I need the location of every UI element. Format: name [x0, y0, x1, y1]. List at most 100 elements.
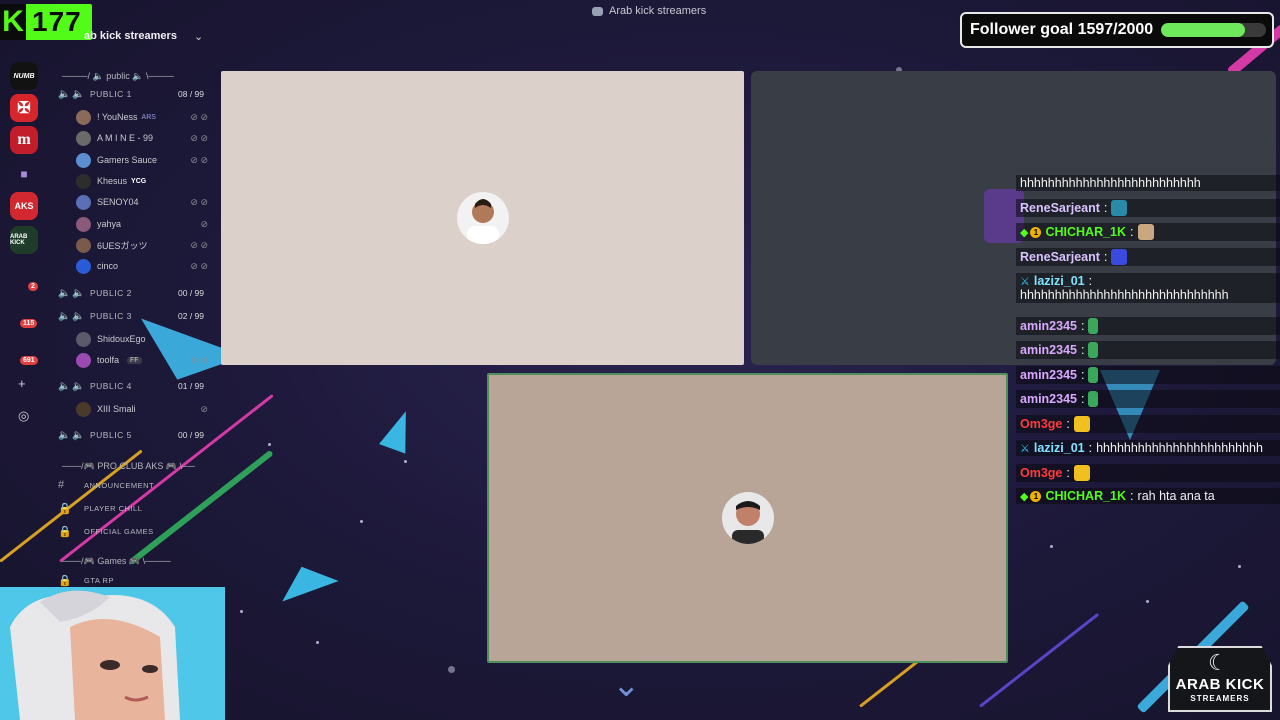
speaker-icon: 🔈: [72, 287, 85, 299]
explore-icon[interactable]: ◎: [18, 408, 29, 424]
discord-icon: [592, 6, 603, 16]
voice-channel-public-3[interactable]: 🔈 🔈 PUBLIC 3 02 / 99: [58, 307, 208, 325]
avatar: [76, 331, 91, 347]
chat-message: amin2345 :: [1016, 366, 1280, 384]
muted-icon: ⊘ ⊘: [190, 111, 208, 122]
lock-icon: 🔒: [58, 574, 72, 587]
voice-user[interactable]: Khesus YCG: [76, 172, 208, 190]
avatar: [76, 352, 91, 368]
emote-icon: [1111, 249, 1128, 265]
avatar: [76, 130, 91, 146]
arab-kick-streamers-logo: ☾ ARAB KICK STREAMERS: [1168, 638, 1272, 714]
folder-icon[interactable]: ■: [10, 160, 38, 188]
muted-icon: ⊘: [200, 403, 208, 414]
voice-user[interactable]: Gamers Sauce ⊘ ⊘: [76, 151, 208, 169]
voice-user[interactable]: cinco ⊘ ⊘: [76, 257, 208, 275]
muted-icon: ⊘ ⊘: [190, 196, 208, 207]
badge-icon: 1: [1030, 490, 1042, 502]
emote-icon: [1137, 224, 1154, 240]
speaker-icon: 🔈: [72, 429, 85, 441]
chat-message: hhhhhhhhhhhhhhhhhhhhhhhhhh: [1016, 175, 1280, 191]
voice-user[interactable]: toolfa FF ⊘ ⊘: [76, 351, 208, 369]
server-icon-aks[interactable]: AKS: [10, 192, 38, 220]
voice-channel-public-2[interactable]: 🔈 🔈 PUBLIC 2 00 / 99: [58, 284, 208, 302]
video-tile-speaking[interactable]: [487, 373, 1008, 663]
notification-badge: 691: [20, 356, 38, 365]
avatar: [76, 173, 91, 189]
chat-message: ReneSarjeant :: [1016, 248, 1280, 266]
muted-icon: ⊘: [200, 218, 208, 229]
muted-icon: ⊘ ⊘: [190, 354, 208, 365]
lock-icon: 🔒: [58, 525, 72, 538]
crescent-icon: ☾: [1208, 650, 1228, 675]
chevron-down-icon: ⌄: [612, 666, 641, 704]
server-icon-numb[interactable]: NUMB: [10, 62, 38, 90]
text-channel-announcement[interactable]: # ANNOUNCEMENT: [58, 476, 154, 494]
speaker-icon: 🔈: [58, 380, 71, 392]
channel-list: ab kick streamers ⌄ ────/ 🔈 public 🔈 \──…: [54, 28, 214, 588]
avatar: [76, 194, 91, 210]
emote-icon: [1073, 416, 1090, 432]
add-server-icon[interactable]: +: [18, 376, 26, 391]
emote-icon: [1088, 367, 1099, 383]
emote-icon: [1088, 342, 1099, 358]
server-icon-red[interactable]: ✠: [10, 94, 38, 122]
voice-user[interactable]: SENOY04 ⊘ ⊘: [76, 193, 208, 211]
server-name[interactable]: ab kick streamers: [84, 30, 177, 42]
hashtag-icon: #: [58, 479, 65, 491]
muted-icon: ⊘ ⊘: [190, 260, 208, 271]
chat-message: amin2345 :: [1016, 341, 1280, 359]
muted-icon: ⊘ ⊘: [190, 239, 208, 250]
voice-user[interactable]: ! YouNess ARS ⊘ ⊘: [76, 108, 208, 126]
participant-avatar: [721, 492, 774, 544]
voice-user[interactable]: XIII Smali ⊘: [76, 400, 208, 418]
voice-channel-public-5[interactable]: 🔈 🔈 PUBLIC 5 00 / 99: [58, 426, 208, 444]
category-games[interactable]: ───/🎮 Games 🎮 \────: [62, 556, 171, 567]
voice-user[interactable]: 6UESガッツ ⊘ ⊘: [76, 236, 208, 254]
voice-channel-public-1[interactable]: 🔈 🔈 PUBLIC 1 08 / 99: [58, 85, 208, 103]
emote-icon: [1111, 200, 1128, 216]
window-title-bar: Arab kick streamers: [592, 5, 706, 17]
voice-user[interactable]: A M I N E - 99 ⊘ ⊘: [76, 129, 208, 147]
chat-message: amin2345 :: [1016, 317, 1280, 335]
badge-icon: 1: [1030, 226, 1042, 238]
avatar-character-icon: [10, 590, 180, 720]
server-icon-arab-kick[interactable]: ARAB KICK: [10, 226, 38, 254]
chat-message: ◆ 1 CHICHAR_1K : rah hta ana ta: [1016, 488, 1280, 504]
emote-icon: [1073, 465, 1090, 481]
chat-message: Om3ge :: [1016, 415, 1280, 433]
voice-user[interactable]: yahya ⊘: [76, 215, 208, 233]
chat-message: amin2345 :: [1016, 390, 1280, 408]
follower-goal-widget: Follower goal 1597/2000: [960, 12, 1274, 48]
avatar: [76, 109, 91, 125]
chat-message: ⚔ lazizi_01 : hhhhhhhhhhhhhhhhhhhhhhhhhh…: [1016, 273, 1280, 303]
avatar: [76, 216, 91, 232]
emote-icon: [1088, 391, 1099, 407]
muted-icon: ⊘ ⊘: [190, 154, 208, 165]
speaker-icon: 🔈: [72, 310, 85, 322]
video-tile[interactable]: [221, 71, 744, 365]
participant-avatar: [456, 192, 509, 244]
chevron-down-icon[interactable]: ⌄: [194, 30, 203, 43]
server-icon-m[interactable]: m: [10, 126, 38, 154]
chat-message: ◆ 1 CHICHAR_1K :: [1016, 223, 1280, 241]
speaker-icon: 🔈: [58, 88, 71, 100]
category-public[interactable]: ────/ 🔈 public 🔈 \────: [62, 71, 174, 82]
sword-icon: ⚔: [1020, 442, 1030, 455]
text-channel-player-chill[interactable]: 🔒 PLAYER CHILL: [58, 499, 142, 517]
avatar: [76, 258, 91, 274]
emote-icon: [1088, 318, 1099, 334]
notification-badge: 115: [20, 319, 38, 328]
lock-icon: 🔒: [58, 502, 72, 515]
muted-icon: ⊘ ⊘: [190, 132, 208, 143]
category-pro-club[interactable]: ───/🎮 PRO CLUB AKS 🎮 \──: [62, 461, 195, 472]
window-title: Arab kick streamers: [609, 5, 707, 17]
voice-channel-public-4[interactable]: 🔈 🔈 PUBLIC 4 01 / 99: [58, 377, 208, 395]
text-channel-official-games[interactable]: 🔒 OFFICIAL GAMES: [58, 522, 154, 540]
person-icon: [731, 501, 764, 544]
voice-user[interactable]: ShidouxEgo: [76, 330, 208, 348]
chat-message: Om3ge :: [1016, 464, 1280, 482]
speaker-icon: 🔈: [72, 88, 85, 100]
speaker-icon: 🔈: [72, 380, 85, 392]
follower-goal-bar: [1161, 23, 1266, 37]
